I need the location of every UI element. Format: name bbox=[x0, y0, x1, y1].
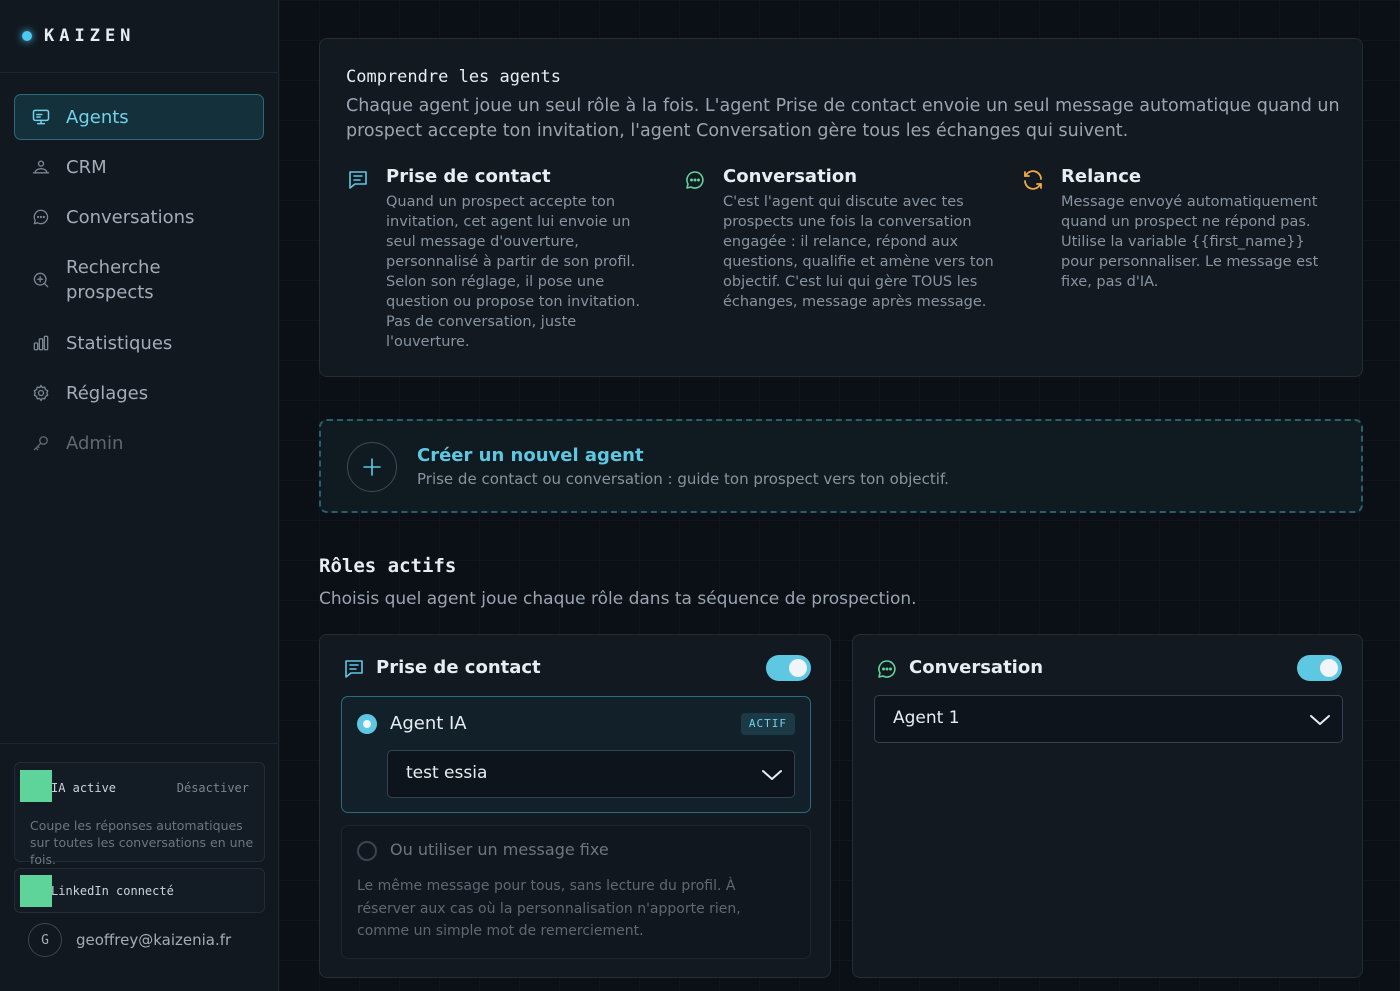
agent-ia-radio[interactable] bbox=[357, 714, 377, 734]
create-agent-title: Créer un nouvel agent bbox=[417, 445, 644, 466]
search-plus-icon bbox=[30, 269, 52, 291]
create-agent-subtitle: Prise de contact ou conversation : guide… bbox=[417, 470, 949, 488]
linkedin-status-title: LinkedIn connecté bbox=[51, 884, 174, 898]
role-card-prise-de-contact: Prise de contact Agent IA ACTIF test ess… bbox=[319, 634, 831, 978]
role-title: Conversation bbox=[909, 657, 1044, 678]
role-card-conversation: Conversation Agent 1 bbox=[852, 634, 1363, 978]
brand-name[interactable]: KAIZEN bbox=[44, 26, 135, 46]
sidebar-item-label: Admin bbox=[66, 432, 124, 454]
sidebar-item-label: Statistiques bbox=[66, 332, 173, 354]
roles-subtitle: Choisis quel agent joue chaque rôle dans… bbox=[319, 589, 917, 609]
sidebar-footer: IA active Désactiver Coupe les réponses … bbox=[0, 743, 279, 957]
column-title: Relance bbox=[1061, 166, 1142, 187]
chevron-down-icon bbox=[760, 763, 784, 787]
column-title: Conversation bbox=[723, 166, 858, 187]
sidebar-item-recherche-prospects[interactable]: Recherche prospects bbox=[14, 244, 264, 316]
column-text: Message envoyé automatiquement quand un … bbox=[1061, 194, 1319, 290]
sidebar-item-admin[interactable]: Admin bbox=[14, 420, 264, 466]
plus-icon bbox=[347, 442, 397, 492]
user-email: geoffrey@kaizenia.fr bbox=[76, 931, 232, 949]
sidebar-item-label: Recherche prospects bbox=[66, 257, 161, 303]
fixed-message-radio[interactable] bbox=[357, 841, 377, 861]
column-text: Quand un prospect accepte ton invitation… bbox=[386, 194, 640, 350]
gear-icon bbox=[30, 382, 52, 404]
selected-agent: Agent 1 bbox=[893, 708, 960, 728]
contact-agent-select[interactable]: test essia bbox=[387, 750, 795, 798]
contact-role-toggle[interactable] bbox=[766, 655, 811, 681]
status-indicator bbox=[20, 770, 52, 802]
users-icon bbox=[30, 156, 52, 178]
ia-status-title: IA active bbox=[51, 781, 117, 795]
sidebar-item-statistiques[interactable]: Statistiques bbox=[14, 320, 264, 366]
ia-status-card: IA active Désactiver Coupe les réponses … bbox=[14, 762, 265, 867]
message-square-icon bbox=[346, 168, 370, 192]
conversation-agent-select[interactable]: Agent 1 bbox=[874, 695, 1343, 743]
role-title: Prise de contact bbox=[376, 657, 541, 678]
bar-chart-icon bbox=[30, 332, 52, 354]
refresh-icon bbox=[1021, 168, 1045, 192]
fixed-message-description: Le même message pour tous, sans lecture … bbox=[357, 878, 741, 939]
roles-title: Rôles actifs bbox=[319, 555, 457, 577]
brand: KAIZEN bbox=[0, 0, 278, 73]
sidebar-item-label: Agents bbox=[66, 106, 129, 128]
sidebar-item-reglages[interactable]: Réglages bbox=[14, 370, 264, 416]
column-title: Prise de contact bbox=[386, 166, 551, 187]
sidebar-item-label: Réglages bbox=[66, 382, 149, 404]
sidebar: KAIZEN Agents CRM Conversations Recherch… bbox=[0, 0, 279, 991]
create-agent-button[interactable]: Créer un nouvel agent Prise de contact o… bbox=[319, 419, 1363, 513]
status-indicator bbox=[20, 875, 52, 907]
brand-dot-icon bbox=[22, 31, 32, 41]
user-account[interactable]: G geoffrey@kaizenia.fr bbox=[14, 923, 265, 957]
understand-description: Chaque agent joue un seul rôle à la fois… bbox=[346, 96, 1340, 141]
agent-ia-label: Agent IA bbox=[390, 713, 467, 734]
chevron-down-icon bbox=[1308, 708, 1332, 732]
selected-agent: test essia bbox=[406, 763, 488, 783]
sidebar-item-label: Conversations bbox=[66, 206, 195, 228]
avatar: G bbox=[28, 923, 62, 957]
sidebar-item-agents[interactable]: Agents bbox=[14, 94, 264, 140]
understand-title: Comprendre les agents bbox=[346, 67, 561, 87]
fixed-message-option[interactable]: Ou utiliser un message fixe Le même mess… bbox=[341, 825, 811, 959]
monitor-icon bbox=[30, 106, 52, 128]
column-text: C'est l'agent qui discute avec tes prosp… bbox=[723, 194, 994, 310]
chat-icon bbox=[30, 206, 52, 228]
chat-bubble-icon bbox=[875, 657, 899, 681]
conversation-role-toggle[interactable] bbox=[1297, 655, 1342, 681]
sidebar-nav: Agents CRM Conversations Recherche prosp… bbox=[0, 73, 278, 466]
fixed-message-label: Ou utiliser un message fixe bbox=[390, 840, 609, 859]
linkedin-status-card: LinkedIn connecté bbox=[14, 868, 265, 913]
message-square-icon bbox=[342, 657, 366, 681]
sidebar-item-crm[interactable]: CRM bbox=[14, 144, 264, 190]
sidebar-item-label: CRM bbox=[66, 156, 107, 178]
understand-agents-card: Comprendre les agents Chaque agent joue … bbox=[319, 38, 1363, 377]
key-icon bbox=[30, 432, 52, 454]
sidebar-item-conversations[interactable]: Conversations bbox=[14, 194, 264, 240]
agent-ia-option[interactable]: Agent IA ACTIF test essia bbox=[341, 696, 811, 813]
ia-status-description: Coupe les réponses automatiques sur tout… bbox=[30, 818, 254, 867]
chat-bubble-icon bbox=[683, 168, 707, 192]
deactivate-ia-button[interactable]: Désactiver bbox=[177, 781, 249, 795]
status-badge: ACTIF bbox=[740, 713, 795, 735]
